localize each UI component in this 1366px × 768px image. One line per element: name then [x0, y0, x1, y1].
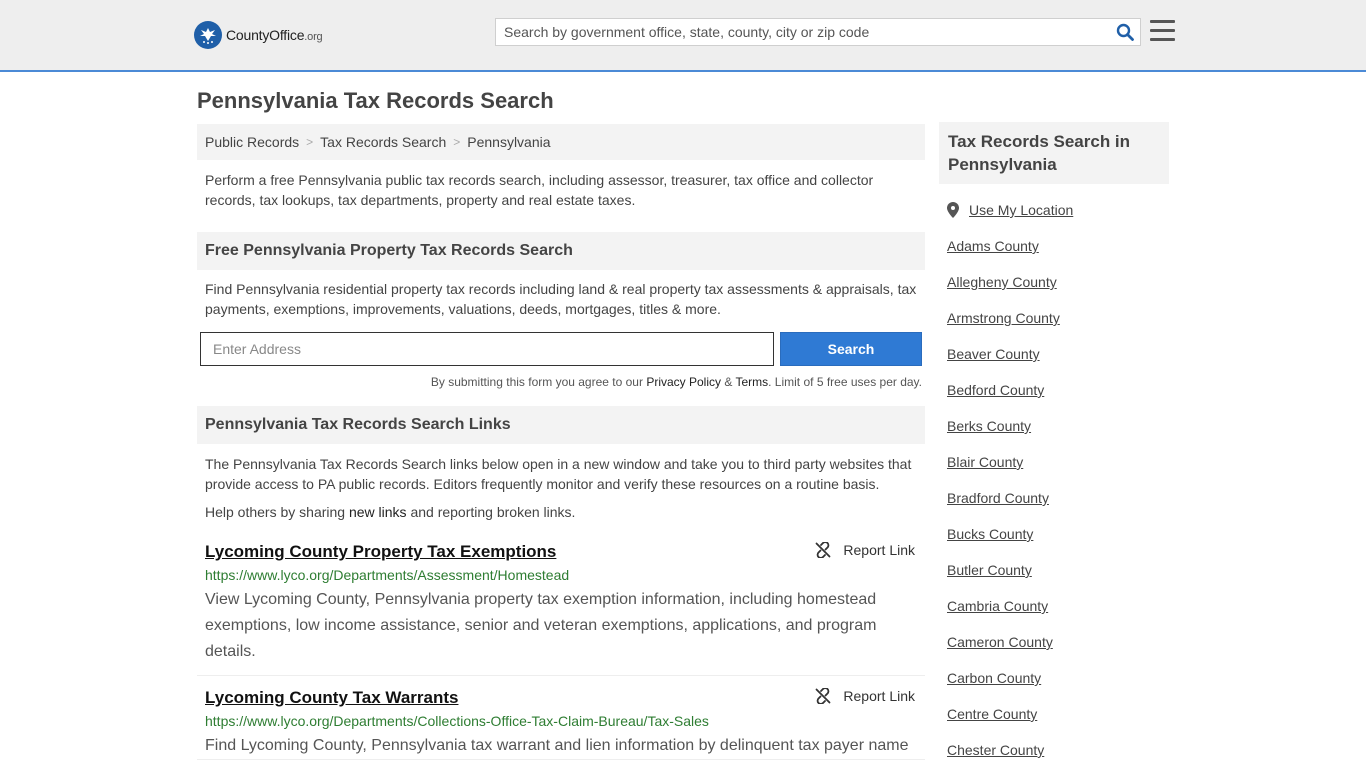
county-list-item: Bradford County [947, 480, 1169, 516]
county-list-item: Butler County [947, 552, 1169, 588]
search-icon[interactable] [1110, 19, 1140, 45]
breadcrumb: Public Records > Tax Records Search > Pe… [197, 124, 925, 160]
top-bar: CountyOffice.org [0, 0, 1366, 72]
county-link-cameron[interactable]: Cameron County [947, 634, 1053, 650]
county-list-item: Bedford County [947, 372, 1169, 408]
county-list-item: Carbon County [947, 660, 1169, 696]
address-search-form: Search [197, 332, 925, 366]
intro-text: Perform a free Pennsylvania public tax r… [205, 172, 874, 208]
eagle-seal-icon [194, 21, 222, 49]
site-logo[interactable]: CountyOffice.org [194, 21, 323, 49]
county-link-adams[interactable]: Adams County [947, 238, 1039, 254]
logo-wordmark: CountyOffice.org [226, 27, 323, 43]
site-search [495, 18, 1141, 46]
county-list: Use My Location Adams County Allegheny C… [939, 192, 1169, 768]
county-list-item: Adams County [947, 228, 1169, 264]
county-link-armstrong[interactable]: Armstrong County [947, 310, 1060, 326]
report-link-button[interactable]: Report Link [815, 688, 915, 704]
county-list-item: Blair County [947, 444, 1169, 480]
report-link-label: Report Link [843, 542, 915, 558]
sidebar: Tax Records Search in Pennsylvania Use M… [939, 122, 1169, 768]
county-link-cambria[interactable]: Cambria County [947, 598, 1048, 614]
share-links-text: Help others by sharing new links and rep… [205, 504, 576, 520]
breadcrumb-separator: > [306, 135, 314, 149]
county-list-item: Allegheny County [947, 264, 1169, 300]
county-link-berks[interactable]: Berks County [947, 418, 1031, 434]
result-description: Find Lycoming County, Pennsylvania tax w… [205, 737, 909, 754]
county-link-bucks[interactable]: Bucks County [947, 526, 1033, 542]
county-list-item: Cambria County [947, 588, 1169, 624]
use-my-location-link[interactable]: Use My Location [969, 202, 1073, 218]
address-input[interactable] [200, 332, 774, 366]
county-list-item: Armstrong County [947, 300, 1169, 336]
links-section-heading: Pennsylvania Tax Records Search Links [197, 406, 925, 444]
county-link-chester[interactable]: Chester County [947, 742, 1044, 758]
breadcrumb-separator: > [453, 135, 461, 149]
broken-link-icon [816, 688, 831, 704]
privacy-policy-link[interactable]: Privacy Policy [646, 375, 721, 389]
result-item: Lycoming County Property Tax Exemptions … [197, 542, 925, 676]
site-search-input[interactable] [496, 19, 1110, 45]
result-url: https://www.lyco.org/Departments/Collect… [205, 713, 709, 729]
map-pin-icon [947, 202, 959, 218]
county-link-beaver[interactable]: Beaver County [947, 346, 1040, 362]
county-list-item: Berks County [947, 408, 1169, 444]
new-links-link[interactable]: new links [349, 504, 407, 520]
report-link-label: Report Link [843, 688, 915, 704]
result-url: https://www.lyco.org/Departments/Assessm… [205, 567, 570, 583]
county-link-bradford[interactable]: Bradford County [947, 490, 1049, 506]
breadcrumb-pennsylvania[interactable]: Pennsylvania [467, 134, 550, 150]
county-link-centre[interactable]: Centre County [947, 706, 1037, 722]
address-search-button[interactable]: Search [780, 332, 922, 366]
result-item: Lycoming County Tax Warrants Report Link… [197, 688, 925, 760]
broken-link-icon [816, 542, 831, 558]
property-search-heading: Free Pennsylvania Property Tax Records S… [197, 232, 925, 270]
hamburger-menu-icon[interactable] [1150, 20, 1175, 42]
breadcrumb-public-records[interactable]: Public Records [205, 134, 299, 150]
sidebar-heading: Tax Records Search in Pennsylvania [939, 122, 1169, 184]
page-title: Pennsylvania Tax Records Search [197, 88, 554, 113]
main-content: Public Records > Tax Records Search > Pe… [197, 124, 925, 760]
result-description: View Lycoming County, Pennsylvania prope… [205, 591, 877, 660]
county-link-butler[interactable]: Butler County [947, 562, 1032, 578]
report-link-button[interactable]: Report Link [815, 542, 915, 558]
county-link-carbon[interactable]: Carbon County [947, 670, 1041, 686]
terms-link[interactable]: Terms [735, 375, 768, 389]
property-search-text: Find Pennsylvania residential property t… [205, 281, 917, 317]
result-title-link[interactable]: Lycoming County Tax Warrants [205, 688, 458, 708]
form-disclaimer: By submitting this form you agree to our… [430, 375, 922, 389]
county-list-item: Centre County [947, 696, 1169, 732]
county-link-blair[interactable]: Blair County [947, 454, 1023, 470]
county-list-item: Cameron County [947, 624, 1169, 660]
result-title-link[interactable]: Lycoming County Property Tax Exemptions [205, 542, 556, 562]
county-list-item: Beaver County [947, 336, 1169, 372]
county-list-item: Bucks County [947, 516, 1169, 552]
use-location-item: Use My Location [947, 192, 1169, 228]
breadcrumb-tax-records-search[interactable]: Tax Records Search [320, 134, 446, 150]
links-section-text: The Pennsylvania Tax Records Search link… [205, 456, 912, 492]
county-link-bedford[interactable]: Bedford County [947, 382, 1044, 398]
county-list-item: Chester County [947, 732, 1169, 768]
county-link-allegheny[interactable]: Allegheny County [947, 274, 1057, 290]
